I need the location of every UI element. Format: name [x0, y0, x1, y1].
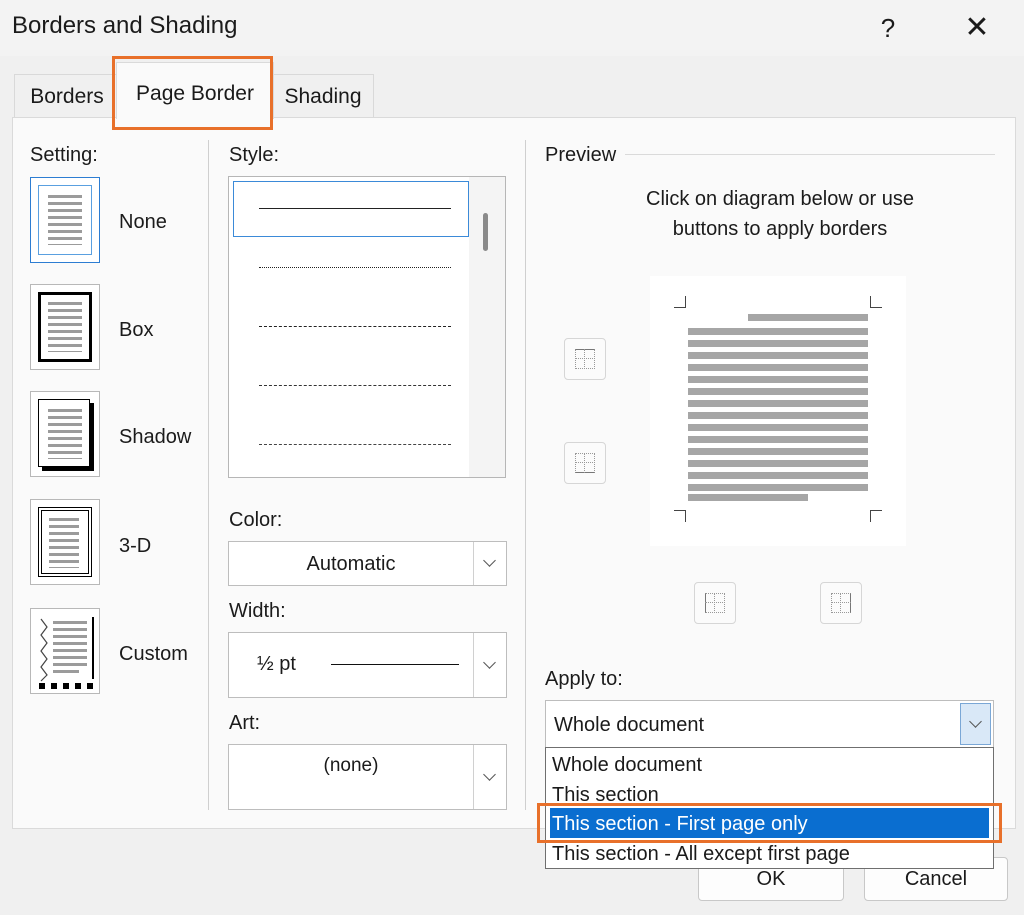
page-3d-icon [38, 507, 92, 577]
style-option-dash-dot[interactable] [259, 444, 451, 445]
width-dropdown-button[interactable] [473, 633, 506, 697]
style-selection [233, 181, 469, 237]
top-border-icon[interactable] [564, 338, 606, 380]
page-shadow-icon [38, 399, 90, 467]
width-label: Width: [229, 600, 286, 622]
art-label: Art: [229, 712, 261, 734]
preview-rule [625, 154, 995, 155]
preview-text-lines [688, 328, 868, 496]
apply-to-label: Apply to: [545, 668, 623, 690]
preview-label: Preview [545, 144, 617, 166]
width-line-sample [331, 664, 459, 665]
setting-label: Setting: [30, 144, 98, 166]
setting-custom-box[interactable] [30, 608, 100, 694]
style-option-solid[interactable] [259, 208, 451, 209]
text-lines-icon [48, 409, 82, 459]
setting-shadow-box[interactable] [30, 391, 100, 477]
color-dropdown-button[interactable] [473, 542, 506, 585]
art-dropdown[interactable]: (none) [228, 744, 507, 810]
page-none-icon [38, 185, 92, 255]
style-option-dashed-small[interactable] [259, 326, 451, 327]
text-lines-icon [49, 518, 79, 568]
chevron-down-icon [483, 554, 496, 567]
color-label: Color: [229, 509, 283, 531]
setting-none-box[interactable] [30, 177, 100, 263]
chevron-down-icon [969, 715, 982, 728]
color-value: Automatic [306, 553, 396, 575]
setting-3d-label[interactable]: 3-D [119, 535, 151, 558]
preview-diagram[interactable] [650, 276, 906, 546]
style-label: Style: [229, 144, 280, 166]
apply-to-dropdown[interactable]: Whole document [545, 700, 994, 748]
style-option-dashed[interactable] [259, 385, 451, 386]
preview-line [688, 494, 808, 501]
setting-shadow-label[interactable]: Shadow [119, 426, 191, 449]
bottom-border-icon[interactable] [564, 442, 606, 484]
left-border-icon[interactable] [694, 582, 736, 624]
setting-none-label[interactable]: None [119, 211, 167, 234]
corner-mark [674, 296, 686, 308]
corner-mark [870, 510, 882, 522]
apply-to-dropdown-button[interactable] [960, 703, 991, 745]
close-button[interactable]: ✕ [955, 8, 999, 48]
color-dropdown[interactable]: Automatic [228, 541, 507, 586]
text-lines-icon [48, 195, 82, 245]
corner-mark [870, 296, 882, 308]
chevron-down-icon [483, 656, 496, 669]
preview-line [748, 314, 868, 321]
apply-to-option[interactable]: This section - All except first page [552, 839, 850, 869]
text-lines-icon [48, 302, 82, 352]
width-value: ½ pt [257, 653, 296, 675]
preview-instruction-1: Click on diagram below or use [646, 188, 914, 210]
page-box-icon [38, 292, 92, 362]
apply-to-option[interactable]: Whole document [552, 750, 702, 780]
divider [525, 140, 526, 810]
apply-to-value: Whole document [554, 714, 705, 736]
style-list[interactable] [228, 176, 506, 478]
style-option-dotted[interactable] [259, 267, 451, 268]
help-button[interactable]: ? [868, 8, 908, 48]
option-highlight-box [537, 803, 1002, 843]
style-scrollbar-thumb[interactable] [483, 213, 488, 251]
right-border-icon[interactable] [820, 582, 862, 624]
art-dropdown-button[interactable] [473, 745, 506, 809]
setting-box-box[interactable] [30, 284, 100, 370]
tab-shading[interactable]: Shading [272, 74, 374, 119]
tab-borders[interactable]: Borders [14, 74, 120, 119]
corner-mark [674, 510, 686, 522]
setting-3d-box[interactable] [30, 499, 100, 585]
preview-instruction-2: buttons to apply borders [672, 218, 888, 240]
tab-highlight-box [112, 56, 273, 130]
page-custom-icon [38, 616, 94, 689]
divider [208, 140, 209, 810]
width-dropdown[interactable]: ½ pt [228, 632, 507, 698]
chevron-down-icon [483, 768, 496, 781]
dialog-title: Borders and Shading [12, 12, 238, 39]
art-value: (none) [323, 755, 379, 776]
setting-custom-label[interactable]: Custom [119, 643, 188, 666]
setting-box-label[interactable]: Box [119, 319, 153, 342]
